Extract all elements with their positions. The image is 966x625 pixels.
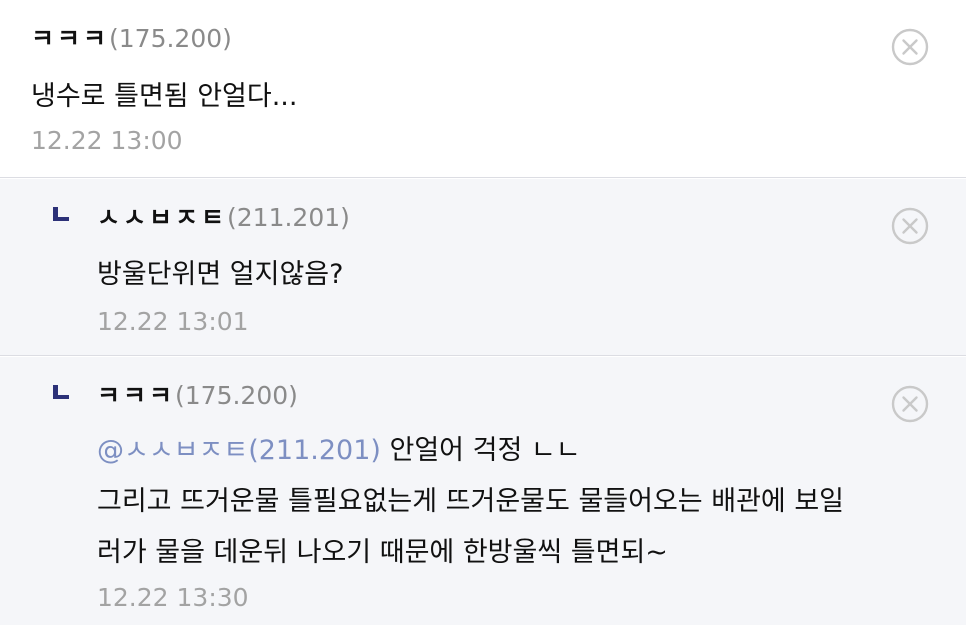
comment-timestamp: 12.22 13:00 (31, 126, 183, 155)
comment-header: ㅅㅅㅂㅈㅌ(211.201) (97, 201, 350, 235)
author-ip: (175.200) (175, 381, 298, 410)
author-ip: (211.201) (227, 203, 350, 232)
close-circle-icon (891, 385, 929, 423)
mention-link[interactable]: @ㅅㅅㅂㅈㅌ(211.201) (97, 435, 381, 466)
comment: ㅋㅋㅋ(175.200) 냉수로 틀면됨 안얼다... 12.22 13:00 (0, 0, 966, 178)
reply-arrow-icon (53, 385, 69, 399)
author-ip: (175.200) (109, 24, 232, 53)
reply-comment: ㅋㅋㅋ(175.200) @ㅅㅅㅂㅈㅌ(211.201) 안얼어 걱정 ㄴㄴ 그… (0, 357, 966, 625)
delete-button[interactable] (891, 207, 929, 245)
close-circle-icon (891, 207, 929, 245)
comment-text-line: 러가 물을 데운뒤 나오기 때문에 한방울씩 틀면되~ (97, 537, 668, 568)
author-name[interactable]: ㅅㅅㅂㅈㅌ (97, 203, 227, 232)
comment-thread: ㅋㅋㅋ(175.200) 냉수로 틀면됨 안얼다... 12.22 13:00 … (0, 0, 966, 625)
delete-button[interactable] (891, 28, 929, 66)
comment-timestamp: 12.22 13:01 (97, 307, 249, 336)
comment-header: ㅋㅋㅋ(175.200) (31, 22, 232, 56)
comment-timestamp: 12.22 13:30 (97, 583, 249, 612)
reply-comment: ㅅㅅㅂㅈㅌ(211.201) 방울단위면 얼지않음? 12.22 13:01 (0, 179, 966, 356)
comment-text: 방울단위면 얼지않음? (97, 259, 344, 290)
comment-text-line: 그리고 뜨거운물 틀필요없는게 뜨거운물도 물들어오는 배관에 보일 (97, 486, 845, 517)
comment-text: 안얼어 걱정 ㄴㄴ (380, 435, 581, 466)
comment-text: 냉수로 틀면됨 안얼다... (31, 81, 298, 112)
comment-header: ㅋㅋㅋ(175.200) (97, 379, 298, 413)
comment-text-line: @ㅅㅅㅂㅈㅌ(211.201) 안얼어 걱정 ㄴㄴ (97, 425, 581, 476)
reply-arrow-icon (53, 207, 69, 221)
delete-button[interactable] (891, 385, 929, 423)
author-name[interactable]: ㅋㅋㅋ (31, 24, 109, 53)
author-name[interactable]: ㅋㅋㅋ (97, 381, 175, 410)
close-circle-icon (891, 28, 929, 66)
